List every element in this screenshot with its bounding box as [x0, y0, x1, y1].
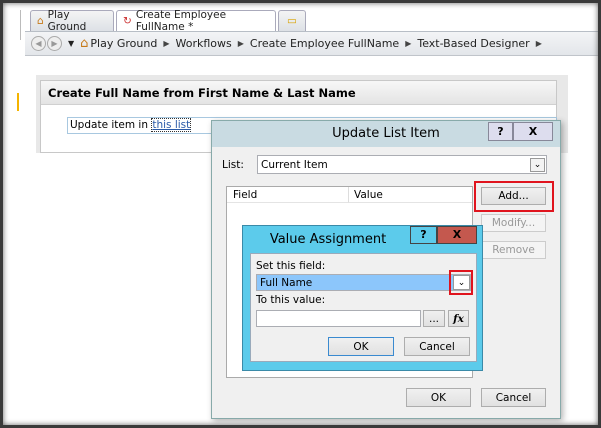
chevron-down-icon[interactable]: ⌄ — [530, 158, 545, 172]
breadcrumb: ◀ ▶ ▼ ⌂ Play Ground ▶ Workflows ▶ Create E… — [25, 31, 598, 56]
cancel-button[interactable]: Cancel — [404, 337, 470, 356]
this-list-link[interactable]: this list — [151, 118, 192, 132]
set-field-select[interactable]: Full Name — [256, 274, 471, 291]
list-select[interactable]: Current Item — [257, 155, 547, 174]
history-dropdown-icon[interactable]: ▼ — [68, 39, 74, 48]
tab-play-ground[interactable]: ⌂ Play Ground — [30, 9, 114, 33]
ok-button[interactable]: OK — [406, 388, 471, 407]
home-icon: ⌂ — [37, 15, 44, 27]
formula-button[interactable]: fx — [448, 310, 469, 327]
column-header-field[interactable]: Field — [227, 187, 349, 203]
step-title: Create Full Name from First Name & Last … — [41, 81, 556, 105]
browse-button[interactable]: ... — [423, 310, 445, 327]
breadcrumb-workflow[interactable]: Create Employee FullName — [250, 37, 399, 50]
breadcrumb-designer[interactable]: Text-Based Designer — [417, 37, 529, 50]
list-label: List: — [222, 159, 244, 171]
cancel-button[interactable]: Cancel — [481, 388, 546, 407]
to-value-input[interactable] — [256, 310, 421, 327]
new-tab-icon: ▭ — [287, 15, 297, 27]
left-divider — [20, 10, 21, 40]
close-button[interactable]: X — [437, 226, 477, 244]
new-tab-button[interactable]: ▭ — [278, 10, 306, 31]
value-assignment-dialog: Value Assignment ? X Set this field: Ful… — [242, 225, 483, 371]
chevron-right-icon: ▶ — [237, 39, 244, 48]
highlight-box — [449, 270, 473, 295]
chevron-right-icon: ▶ — [405, 39, 412, 48]
home-icon: ⌂ — [80, 36, 89, 51]
yellow-marker — [17, 93, 19, 111]
help-button[interactable]: ? — [488, 122, 513, 141]
column-header-value[interactable]: Value — [349, 187, 472, 203]
ok-button[interactable]: OK — [328, 337, 394, 356]
help-button[interactable]: ? — [410, 226, 437, 244]
close-button[interactable]: X — [513, 122, 553, 141]
highlight-box — [474, 181, 554, 212]
breadcrumb-workflows[interactable]: Workflows — [175, 37, 231, 50]
workflow-icon: ↻ — [123, 15, 132, 27]
modify-button[interactable]: Modify... — [481, 214, 546, 232]
back-button[interactable]: ◀ — [31, 36, 46, 51]
dialog-title: Value Assignment — [269, 232, 387, 247]
tab-create-employee-fullname[interactable]: ↻ Create Employee FullName * — [116, 9, 276, 33]
breadcrumb-play-ground[interactable]: Play Ground — [90, 37, 157, 50]
remove-button[interactable]: Remove — [481, 241, 546, 259]
chevron-right-icon: ▶ — [535, 39, 542, 48]
to-value-label: To this value: — [256, 294, 326, 306]
forward-button[interactable]: ▶ — [47, 36, 62, 51]
chevron-right-icon: ▶ — [163, 39, 170, 48]
set-field-label: Set this field: — [256, 260, 326, 272]
